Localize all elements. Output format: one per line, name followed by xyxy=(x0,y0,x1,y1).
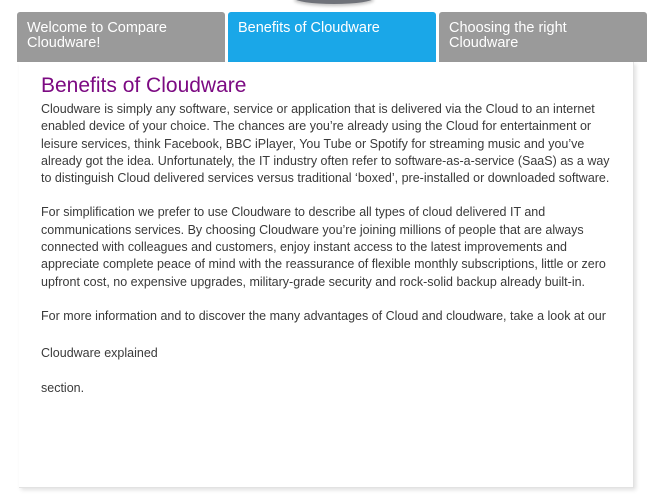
tab-benefits[interactable]: Benefits of Cloudware xyxy=(228,12,436,62)
paragraph-more-info: For more information and to discover the… xyxy=(41,308,606,323)
section-text: section. xyxy=(41,380,85,395)
tab-choosing[interactable]: Choosing the right Cloudware xyxy=(439,12,647,62)
page: Welcome to Compare Cloudware! Benefits o… xyxy=(0,0,652,500)
paragraph-intro: Cloudware is simply any software, servic… xyxy=(41,102,610,186)
cloudware-explained-text: Cloudware explained xyxy=(41,346,158,361)
top-decoration xyxy=(294,0,374,4)
tab-bar: Welcome to Compare Cloudware! Benefits o… xyxy=(17,12,647,62)
tab-welcome-label: Welcome to Compare Cloudware! xyxy=(27,20,167,51)
paragraph-simplification: For simplification we prefer to use Clou… xyxy=(41,205,606,289)
tab-welcome[interactable]: Welcome to Compare Cloudware! xyxy=(17,12,225,62)
tab-choosing-label: Choosing the right Cloudware xyxy=(449,20,567,51)
panel-heading: Benefits of Cloudware xyxy=(41,74,247,97)
tab-benefits-label: Benefits of Cloudware xyxy=(238,20,380,36)
content-panel: Benefits of Cloudware Cloudware is simpl… xyxy=(19,62,634,488)
